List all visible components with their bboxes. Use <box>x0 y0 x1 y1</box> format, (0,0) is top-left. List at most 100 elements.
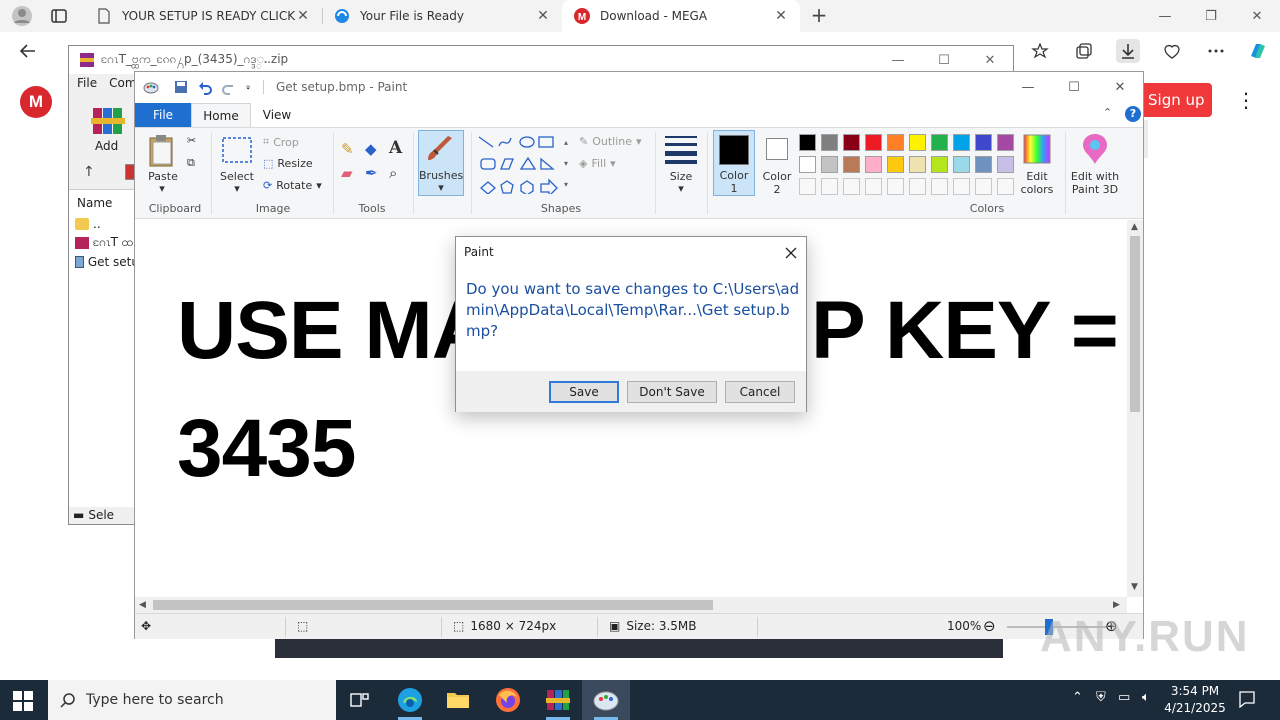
name-column-header[interactable]: Name <box>77 196 112 210</box>
chevron-down-icon[interactable]: ▾ <box>155 182 169 195</box>
color-picker-icon[interactable]: ✒ <box>365 164 378 182</box>
copilot-icon[interactable] <box>1246 39 1270 63</box>
palette-swatch[interactable] <box>931 134 948 151</box>
edit-with-paint-3d-button[interactable]: Edit with Paint 3D <box>1067 170 1123 196</box>
scroll-thumb[interactable] <box>153 600 713 610</box>
archive-books-icon[interactable] <box>91 104 125 138</box>
taskbar-search-box[interactable]: Type here to search <box>48 680 336 720</box>
crop-button[interactable]: ⌗ Crop <box>263 135 299 149</box>
palette-swatch[interactable] <box>975 134 992 151</box>
up-arrow-icon[interactable]: ↑ <box>83 164 95 180</box>
list-item[interactable]: ဂႄၤT ထ <box>75 235 139 251</box>
text-tool-icon[interactable]: A <box>389 138 402 158</box>
palette-swatch[interactable] <box>909 134 926 151</box>
custom-color-slot[interactable] <box>799 178 816 195</box>
cancel-button[interactable]: Cancel <box>725 381 795 403</box>
palette-swatch[interactable] <box>799 156 816 173</box>
scroll-right-icon[interactable]: ▶ <box>1113 600 1120 610</box>
custom-color-slot[interactable] <box>887 178 904 195</box>
taskbar-clock[interactable]: 3:54 PM 4/21/2025 <box>1160 683 1230 717</box>
horizontal-scrollbar[interactable]: ◀ ▶ <box>135 597 1127 613</box>
scroll-up-icon[interactable]: ▲ <box>1131 222 1138 232</box>
collapse-ribbon-icon[interactable]: ⌃ <box>1103 106 1112 119</box>
custom-color-slot[interactable] <box>821 178 838 195</box>
paint-close-button[interactable]: ✕ <box>1097 72 1143 102</box>
custom-color-slot[interactable] <box>931 178 948 195</box>
winrar-close-button[interactable]: ✕ <box>967 46 1013 74</box>
edit-colors-icon[interactable] <box>1023 134 1051 164</box>
paste-icon[interactable] <box>147 134 177 168</box>
palette-swatch[interactable] <box>887 156 904 173</box>
close-tab-icon[interactable]: ✕ <box>536 8 550 24</box>
windows-start-icon[interactable] <box>12 690 34 712</box>
chevron-down-icon[interactable]: ▾ <box>674 182 688 195</box>
outline-button[interactable]: ✎ Outline ▾ <box>579 135 642 148</box>
edge-taskbar-icon[interactable] <box>386 680 434 720</box>
winrar-taskbar-icon[interactable] <box>534 680 582 720</box>
notifications-icon[interactable] <box>1238 690 1256 712</box>
palette-swatch[interactable] <box>909 156 926 173</box>
palette-swatch[interactable] <box>997 156 1014 173</box>
custom-color-slot[interactable] <box>865 178 882 195</box>
color1-button[interactable]: Color 1 <box>713 130 755 196</box>
scroll-down-icon[interactable]: ▼ <box>1131 582 1138 592</box>
sign-up-button[interactable]: Sign up <box>1140 83 1212 117</box>
list-item[interactable]: Get setu <box>75 254 139 270</box>
palette-swatch[interactable] <box>953 156 970 173</box>
redo-icon[interactable] <box>221 79 237 95</box>
volume-icon[interactable]: 🔈︎ <box>1142 690 1150 705</box>
new-tab-button[interactable]: + <box>808 4 830 26</box>
browser-minimize-button[interactable]: — <box>1142 0 1188 32</box>
network-icon[interactable]: ▭ <box>1118 690 1130 705</box>
browser-tab-mega[interactable]: M Download - MEGA ✕ <box>562 0 800 32</box>
mega-menu-icon[interactable]: ⋮ <box>1236 90 1256 110</box>
browser-restore-button[interactable]: ❐ <box>1188 0 1234 32</box>
winrar-minimize-button[interactable]: — <box>875 46 921 74</box>
dont-save-button[interactable]: Don't Save <box>627 381 717 403</box>
tab-view[interactable]: View <box>257 103 297 127</box>
palette-swatch[interactable] <box>865 134 882 151</box>
copy-icon[interactable]: ⧉ <box>187 156 195 170</box>
pencil-icon[interactable]: ✎ <box>341 140 354 158</box>
shapes-scroll[interactable]: ▴ ▾ ▾ <box>561 132 571 196</box>
collections-icon[interactable] <box>1072 39 1096 63</box>
paint-minimize-button[interactable]: — <box>1005 72 1051 102</box>
save-icon[interactable] <box>173 79 189 95</box>
custom-color-slot[interactable] <box>909 178 926 195</box>
winrar-maximize-button[interactable]: ☐ <box>921 46 967 74</box>
palette-swatch[interactable] <box>843 134 860 151</box>
show-hidden-icons-icon[interactable]: ⌃ <box>1072 690 1083 705</box>
help-icon[interactable]: ? <box>1125 106 1141 122</box>
custom-color-slot[interactable] <box>843 178 860 195</box>
fill-button[interactable]: ◈ Fill ▾ <box>579 157 616 170</box>
eraser-icon[interactable]: ▰ <box>341 164 353 182</box>
security-icon[interactable]: ⛨ <box>1096 690 1106 705</box>
palette-swatch[interactable] <box>975 156 992 173</box>
brushes-button[interactable]: Brushes ▾ <box>418 130 464 196</box>
resize-button[interactable]: ⬚ Resize <box>263 157 313 170</box>
paint-taskbar-icon[interactable] <box>582 680 630 720</box>
palette-swatch[interactable] <box>953 134 970 151</box>
save-button[interactable]: Save <box>549 381 619 403</box>
select-icon[interactable] <box>221 136 253 164</box>
tab-actions-icon[interactable] <box>50 7 68 25</box>
close-tab-icon[interactable]: ✕ <box>296 8 310 24</box>
rotate-button[interactable]: ⟳ Rotate ▾ <box>263 179 322 192</box>
winrar-menu-commands[interactable]: Com <box>109 76 136 96</box>
list-item[interactable]: .. <box>75 216 139 232</box>
palette-swatch[interactable] <box>821 156 838 173</box>
more-menu-icon[interactable] <box>1204 39 1228 63</box>
fill-bucket-icon[interactable]: ◆ <box>365 140 377 158</box>
undo-icon[interactable] <box>197 79 213 95</box>
browser-essentials-icon[interactable] <box>1160 39 1184 63</box>
close-tab-icon[interactable]: ✕ <box>774 8 788 24</box>
mega-logo[interactable]: M <box>20 86 52 118</box>
close-icon[interactable] <box>778 241 804 265</box>
task-view-icon[interactable] <box>336 680 384 720</box>
custom-color-slot[interactable] <box>975 178 992 195</box>
magnifier-icon[interactable]: ⌕ <box>389 164 397 182</box>
downloads-icon[interactable] <box>1116 39 1140 63</box>
scroll-left-icon[interactable]: ◀ <box>139 600 146 610</box>
tab-file[interactable]: File <box>135 103 191 127</box>
palette-swatch[interactable] <box>865 156 882 173</box>
